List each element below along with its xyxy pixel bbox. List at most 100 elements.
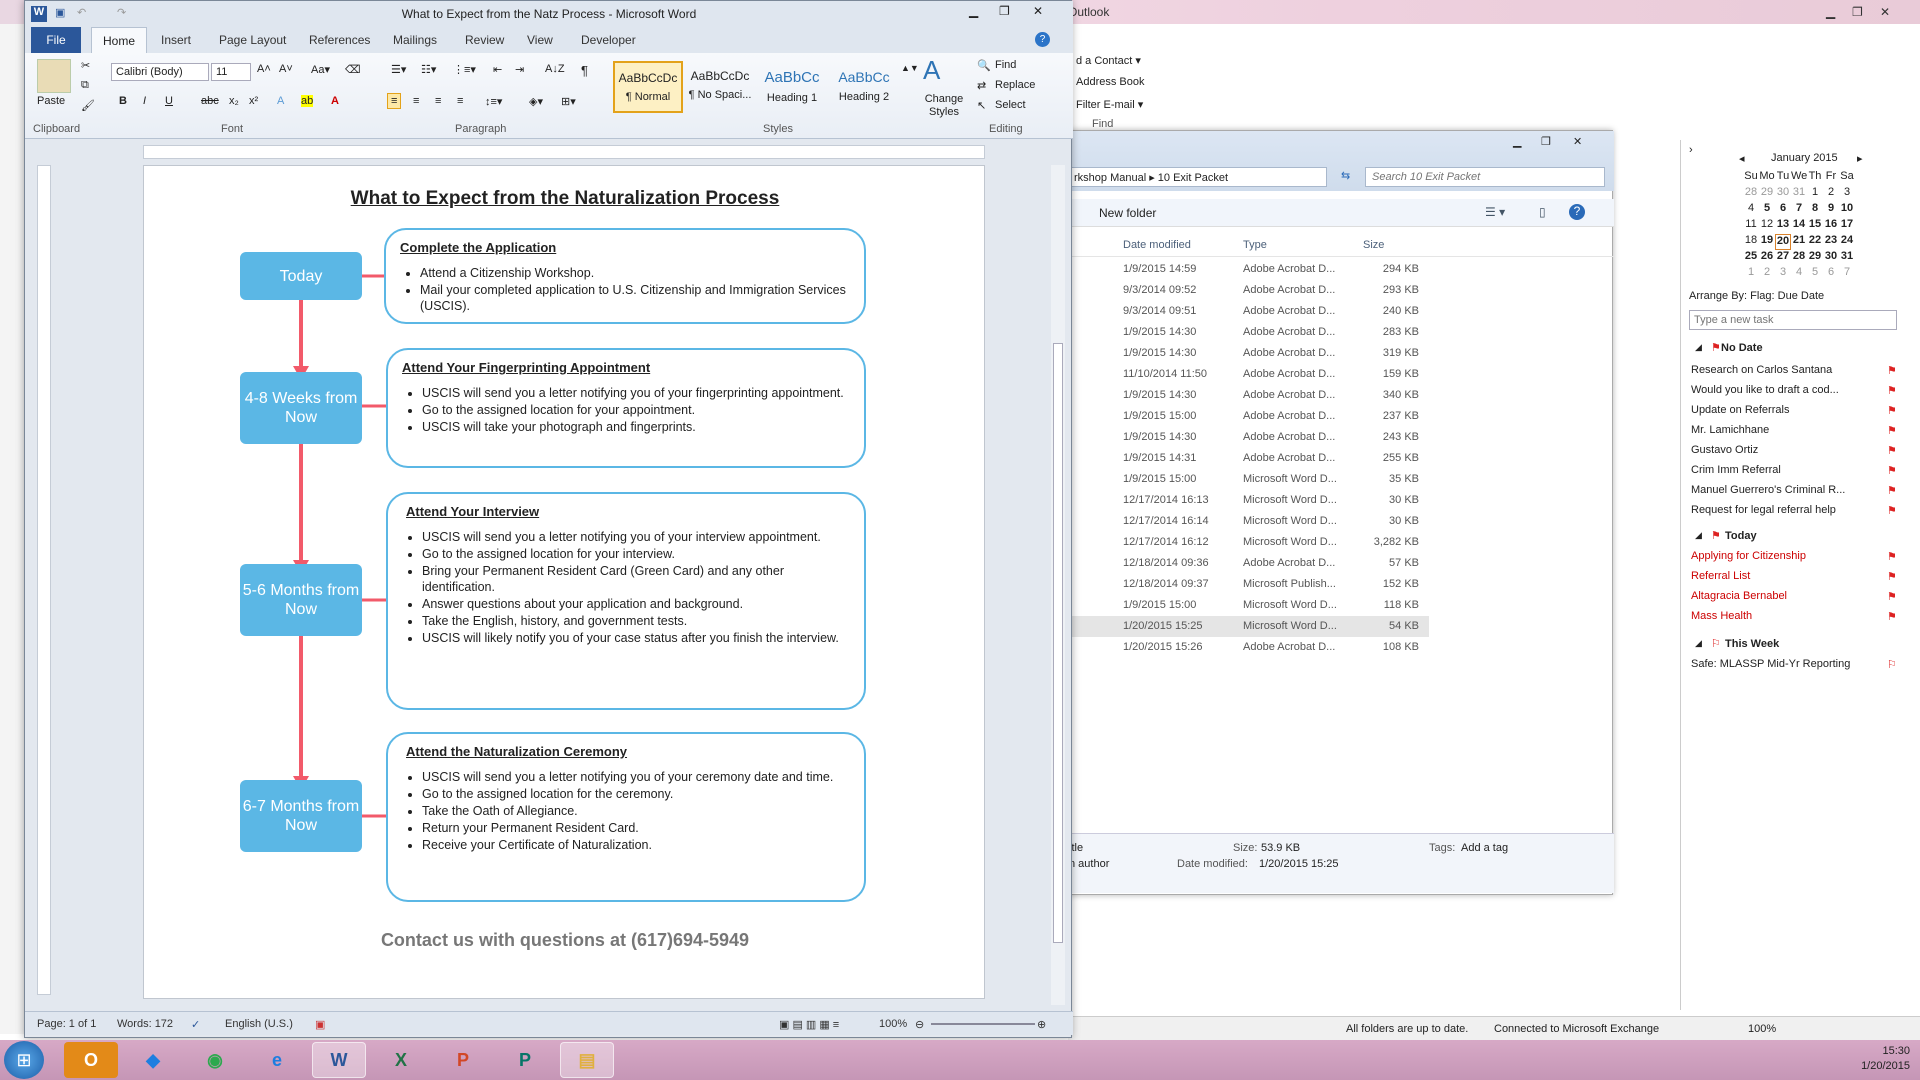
collapse-icon[interactable]: ◢ xyxy=(1695,530,1702,541)
file-row[interactable]: 1/9/2015 15:00 Microsoft Word D... 35 KB xyxy=(1069,469,1429,490)
text-effects-icon[interactable]: A xyxy=(277,95,284,107)
font-size-select[interactable]: 11 xyxy=(211,63,251,81)
find-icon[interactable]: 🔍 xyxy=(977,59,991,72)
view-options-icon[interactable]: ☰ ▾ xyxy=(1485,205,1505,219)
close-icon[interactable]: ✕ xyxy=(1573,135,1582,148)
minimize-icon[interactable]: ▁ xyxy=(1826,5,1835,19)
system-tray[interactable]: 15:30 1/20/2015 xyxy=(1861,1044,1910,1074)
task-item[interactable]: Crim Imm Referral xyxy=(1691,464,1891,476)
line-spacing-icon[interactable]: ↕≡▾ xyxy=(485,95,502,108)
task-item[interactable]: Mass Health xyxy=(1691,610,1891,622)
address-bar[interactable]: rkshop Manual ▸ 10 Exit Packet xyxy=(1069,167,1327,187)
paste-icon[interactable] xyxy=(37,59,71,93)
align-left-icon[interactable]: ≡ xyxy=(387,93,402,109)
task-item[interactable]: Request for legal referral help xyxy=(1691,504,1891,516)
help-icon[interactable]: ? xyxy=(1569,204,1585,220)
maximize-icon[interactable]: ❐ xyxy=(1852,5,1863,19)
ie-taskbar-button[interactable]: e xyxy=(250,1042,304,1078)
task-item[interactable]: Referral List xyxy=(1691,570,1891,582)
scrollbar[interactable] xyxy=(1657,241,1671,961)
decrease-indent-icon[interactable]: ⇤ xyxy=(493,63,502,76)
tab-references[interactable]: References xyxy=(309,33,370,47)
column-date-modified[interactable]: Date modified xyxy=(1123,239,1191,251)
paste-button[interactable]: Paste xyxy=(37,95,65,107)
superscript-button[interactable]: x² xyxy=(249,95,258,107)
new-folder-button[interactable]: New folder xyxy=(1099,206,1156,220)
underline-button[interactable]: U xyxy=(165,95,173,107)
format-painter-icon[interactable]: 🖌 xyxy=(81,99,95,112)
explorer-taskbar-button[interactable]: ▤ xyxy=(560,1042,614,1078)
file-row[interactable]: 12/18/2014 09:36 Adobe Acrobat D... 57 KB xyxy=(1069,553,1429,574)
style-normal[interactable]: AaBbCcDc ¶ Normal xyxy=(613,61,683,113)
change-case-icon[interactable]: Aa▾ xyxy=(311,63,330,76)
file-row[interactable]: 1/9/2015 14:30 Adobe Acrobat D... 283 KB xyxy=(1069,322,1429,343)
prev-month-icon[interactable]: ◂ xyxy=(1739,152,1745,165)
font-name-select[interactable]: Calibri (Body) xyxy=(111,63,209,81)
today-date[interactable]: 20 xyxy=(1775,234,1791,250)
collapse-icon[interactable]: ◢ xyxy=(1695,342,1702,353)
file-row[interactable]: 1/9/2015 15:00 Microsoft Word D... 118 KB xyxy=(1069,595,1429,616)
view-buttons[interactable]: ▣ ▤ ▥ ▦ ≡ xyxy=(779,1018,839,1031)
tab-view[interactable]: View xyxy=(527,33,553,47)
task-item[interactable]: Research on Carlos Santana xyxy=(1691,364,1891,376)
column-size[interactable]: Size xyxy=(1363,239,1384,251)
change-styles-button[interactable]: Change Styles xyxy=(921,93,967,119)
powerpoint-taskbar-button[interactable]: P xyxy=(436,1042,490,1078)
zoom-level[interactable]: 100% xyxy=(879,1018,907,1030)
file-row[interactable]: 11/10/2014 11:50 Adobe Acrobat D... 159 KB xyxy=(1069,364,1429,385)
chrome-taskbar-button[interactable]: ◉ xyxy=(188,1042,242,1078)
vertical-scrollbar[interactable] xyxy=(1051,165,1065,1005)
find-button[interactable]: Find xyxy=(995,59,1016,71)
bold-button[interactable]: B xyxy=(119,95,127,107)
dropbox-taskbar-button[interactable]: ◆ xyxy=(126,1042,180,1078)
tab-insert[interactable]: Insert xyxy=(161,33,191,47)
flag-icon[interactable]: ⚐ xyxy=(1887,658,1897,671)
task-item[interactable]: Mr. Lamichhane xyxy=(1691,424,1891,436)
file-row[interactable]: 12/18/2014 09:37 Microsoft Publish... 152 … xyxy=(1069,574,1429,595)
word-taskbar-button[interactable]: W xyxy=(312,1042,366,1078)
show-formatting-icon[interactable]: ¶ xyxy=(581,63,588,78)
preview-pane-icon[interactable]: ▯ xyxy=(1539,205,1546,219)
group-this-week[interactable]: This Week xyxy=(1725,638,1779,650)
style-no-spacing[interactable]: AaBbCcDc ¶ No Spaci... xyxy=(685,61,755,113)
shrink-font-icon[interactable]: A˅ xyxy=(279,63,293,75)
minimize-icon[interactable]: ▁ xyxy=(1513,135,1521,148)
flag-icon[interactable]: ⚑ xyxy=(1887,504,1897,517)
select-button[interactable]: Select xyxy=(995,99,1026,111)
excel-taskbar-button[interactable]: X xyxy=(374,1042,428,1078)
borders-icon[interactable]: ⊞▾ xyxy=(561,95,576,108)
start-button[interactable]: ⊞ xyxy=(4,1041,44,1079)
macro-icon[interactable]: ▣ xyxy=(315,1018,325,1031)
flag-icon[interactable]: ⚑ xyxy=(1887,590,1897,603)
minimize-icon[interactable]: ▁ xyxy=(969,4,978,18)
file-row[interactable]: 1/9/2015 14:59 Adobe Acrobat D... 294 KB xyxy=(1069,259,1429,280)
flag-icon[interactable]: ⚑ xyxy=(1887,424,1897,437)
change-styles-icon[interactable]: A xyxy=(923,55,940,86)
collapse-arrow-icon[interactable]: › xyxy=(1689,144,1693,156)
flag-icon[interactable]: ⚑ xyxy=(1887,364,1897,377)
date-navigator[interactable]: Su Mo Tu We Th Fr Sa 28 29 30 31 1 2 3 4 5 6 7 8 9 10 11 12… xyxy=(1743,170,1873,282)
highlight-icon[interactable]: ab xyxy=(301,95,314,107)
filter-email-button[interactable]: Filter E-mail ▾ xyxy=(1076,98,1143,111)
file-row[interactable]: 9/3/2014 09:52 Adobe Acrobat D... 293 KB xyxy=(1069,280,1429,301)
publisher-taskbar-button[interactable]: P xyxy=(498,1042,552,1078)
add-contact-button[interactable]: d a Contact ▾ xyxy=(1076,54,1141,67)
grow-font-icon[interactable]: A˄ xyxy=(257,63,271,75)
strikethrough-button[interactable]: abc xyxy=(201,95,219,107)
file-row[interactable]: 1/20/2015 15:25 Microsoft Word D... 54 KB xyxy=(1069,616,1429,637)
zoom-in-icon[interactable]: ⊕ xyxy=(1037,1018,1046,1031)
flag-icon[interactable]: ⚑ xyxy=(1887,570,1897,583)
justify-icon[interactable]: ≡ xyxy=(457,95,463,107)
align-center-icon[interactable]: ≡ xyxy=(413,95,419,107)
copy-icon[interactable]: ⧉ xyxy=(81,79,89,92)
word-count[interactable]: Words: 172 xyxy=(117,1018,173,1030)
sort-icon[interactable]: A↓Z xyxy=(545,63,565,75)
address-book-button[interactable]: Address Book xyxy=(1076,76,1144,88)
maximize-icon[interactable]: ❐ xyxy=(999,4,1010,18)
style-heading-1[interactable]: AaBbCc Heading 1 xyxy=(757,61,827,113)
task-item[interactable]: Would you like to draft a cod... xyxy=(1691,384,1891,396)
italic-button[interactable]: I xyxy=(143,95,146,107)
maximize-icon[interactable]: ❐ xyxy=(1541,135,1551,148)
clear-formatting-icon[interactable]: ⌫ xyxy=(345,63,361,76)
file-row[interactable]: 1/20/2015 15:26 Adobe Acrobat D... 108 KB xyxy=(1069,637,1429,658)
